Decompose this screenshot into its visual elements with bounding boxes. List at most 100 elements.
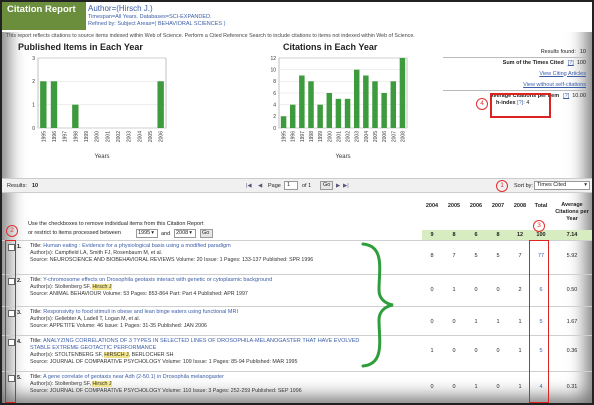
article-title-link-cont[interactable]: STABLE EXTREME GEOTACTIC PERFORMANCE	[30, 345, 156, 351]
year-cite-count: 0	[430, 384, 434, 390]
first-page-icon[interactable]: |◀	[246, 183, 252, 189]
y-tick-label: 10	[270, 67, 276, 73]
results-found-row: Results found: 10	[540, 48, 586, 55]
year-cite-count: 0	[496, 384, 500, 390]
view-without-self-citations-link[interactable]: View without self-citations	[523, 82, 586, 88]
year-header-2007: 2007	[491, 203, 505, 209]
y-tick-label: 2	[273, 114, 276, 120]
annotation-circle-2: 2	[6, 225, 18, 237]
x-tick-label: 1997	[300, 131, 306, 142]
checkbox-instructions: Use the checkboxes to remove individual …	[28, 221, 204, 227]
row-source: Source: NEUROSCIENCE AND BIOBEHAVIORAL R…	[30, 257, 314, 263]
year-header-2005: 2005	[447, 203, 461, 209]
total-2008: 12	[516, 232, 524, 238]
citations-chart: Citations in Each Year 0 2 4 6 8 10 12 1995 1996…	[257, 42, 417, 164]
year-cite-count: 0	[452, 348, 456, 354]
article-title-link[interactable]: Y-chromosome effects on Drosophila geota…	[43, 277, 272, 283]
row-divider	[2, 240, 592, 241]
row-average: 0.36	[566, 348, 578, 354]
bar	[280, 116, 287, 128]
row-title: Title: ANALYZING CORRELATIONS OF 3 TYPES…	[30, 338, 360, 344]
search-author: Author=(Hirsch J.)	[88, 4, 153, 13]
row-title: Title: Y-chromosome effects on Drosophil…	[30, 277, 273, 283]
highlighted-author: HIRSCH J	[104, 352, 129, 358]
view-citing-articles-link[interactable]: View Citing Articles	[539, 71, 586, 77]
x-tick-label: 1995	[41, 131, 47, 142]
chevron-down-icon: ▾	[189, 230, 193, 236]
x-tick-label: 1997	[63, 131, 69, 142]
article-title-link[interactable]: ANALYZING CORRELATIONS OF 3 TYPES IN SEL…	[43, 338, 359, 344]
row-title: Title: A gene correlate of geotaxis near…	[30, 374, 224, 380]
last-page-icon[interactable]: ▶|	[343, 183, 349, 189]
year-cite-count: 0	[452, 384, 456, 390]
page-title: Citation Report	[2, 2, 86, 30]
year-header-2008: 2008	[513, 203, 527, 209]
bar	[157, 81, 164, 128]
row-source: Source: ANIMAL BEHAVIOUR Volume: 53 Page…	[30, 291, 248, 297]
year-cite-count: 0	[496, 348, 500, 354]
annotation-circle-3: 3	[533, 220, 545, 232]
year-cite-count: 1	[474, 384, 478, 390]
prev-page-icon[interactable]: ◀	[258, 183, 262, 189]
total-2004: 9	[430, 232, 434, 238]
chart-title-published: Published Items in Each Year	[18, 42, 143, 52]
year-cite-count: 5	[474, 253, 478, 259]
green-brace-annotation	[361, 242, 394, 368]
row-title-continued[interactable]: STABLE EXTREME GEOTACTIC PERFORMANCE	[30, 345, 156, 351]
published-items-chart: Published Items in Each Year 0 1 2 3 1995 199…	[16, 42, 176, 164]
without-self-row: View without self-citations	[443, 79, 588, 90]
y-tick-label: 6	[273, 91, 276, 97]
article-title-link[interactable]: Human eating : Evidence for a physiologi…	[43, 243, 230, 249]
y-tick-label: 3	[32, 56, 35, 62]
page-number-input[interactable]: 1	[284, 181, 298, 190]
row-source: Source: JOURNAL OF COMPARATIVE PSYCHOLOG…	[30, 388, 302, 394]
page-go-button[interactable]: Go	[320, 181, 334, 190]
row-authors: Author(s): Stoltenberg SF, Hirsch J	[30, 284, 112, 290]
citing-articles-row: View Citing Articles	[443, 68, 588, 79]
total-header: Total	[534, 203, 548, 209]
avg-help-link[interactable]: [?]	[563, 93, 569, 99]
year-cite-count: 1	[430, 348, 434, 354]
y-tick-label: 2	[32, 79, 35, 85]
avg-citations-value: 10.00	[572, 93, 586, 99]
article-title-link[interactable]: A gene correlate of geotaxis near Adh (2…	[43, 374, 224, 380]
row-authors: Author(s): Campfield LA, Smith FJ, Rosen…	[30, 250, 163, 256]
x-tick-label: 2003	[355, 131, 361, 142]
restrict-go-button[interactable]: Go	[200, 229, 213, 238]
annotation-circle-4: 4	[476, 98, 488, 110]
results-found-value: 10	[579, 48, 586, 55]
chevron-down-icon: ▾	[584, 182, 587, 188]
to-year-select[interactable]: 2008▾	[174, 229, 196, 238]
year-cite-count: 0	[430, 319, 434, 325]
times-cited-row: Sum of the Times Cited [?] 100	[443, 57, 588, 68]
y-tick-label: 0	[32, 126, 35, 132]
row-number: 1.	[17, 244, 22, 250]
screenshot-frame: Citation Report Author=(Hirsch J.) Times…	[2, 2, 592, 403]
times-cited-help-link[interactable]: [?]	[568, 60, 574, 66]
year-cite-count: 5	[496, 253, 500, 259]
bar	[353, 69, 360, 128]
x-axis-label: Years	[335, 154, 350, 160]
bar	[390, 81, 397, 128]
next-page-icon[interactable]: ▶	[336, 183, 340, 189]
row-title: Title: Responsivity to food stimuli in o…	[30, 309, 239, 315]
article-title-link[interactable]: Responsivity to food stimuli in obese an…	[43, 309, 238, 315]
year-cite-count: 1	[518, 319, 522, 325]
x-tick-label: 2003	[127, 131, 133, 142]
row-source: Source: JOURNAL OF COMPARATIVE PSYCHOLOG…	[30, 359, 298, 365]
bar	[399, 58, 406, 128]
report-note: This report reflects citations to source…	[6, 33, 415, 39]
x-tick-label: 2002	[346, 131, 352, 142]
y-tick-label: 4	[273, 102, 276, 108]
year-cite-count: 0	[474, 348, 478, 354]
annotation-circle-1: 1	[496, 180, 508, 192]
total-2005: 8	[452, 232, 456, 238]
year-cite-count: 0	[452, 319, 456, 325]
sort-by-select[interactable]: Times Cited ▾	[534, 181, 590, 190]
x-axis-label: Years	[94, 154, 109, 160]
h-index-help-link[interactable]: [?]	[517, 100, 523, 106]
from-year-select[interactable]: 1995▾	[136, 229, 158, 238]
chart-title-citations: Citations in Each Year	[283, 42, 378, 52]
x-tick-label: 1999	[318, 131, 324, 142]
y-tick-label: 0	[273, 126, 276, 132]
